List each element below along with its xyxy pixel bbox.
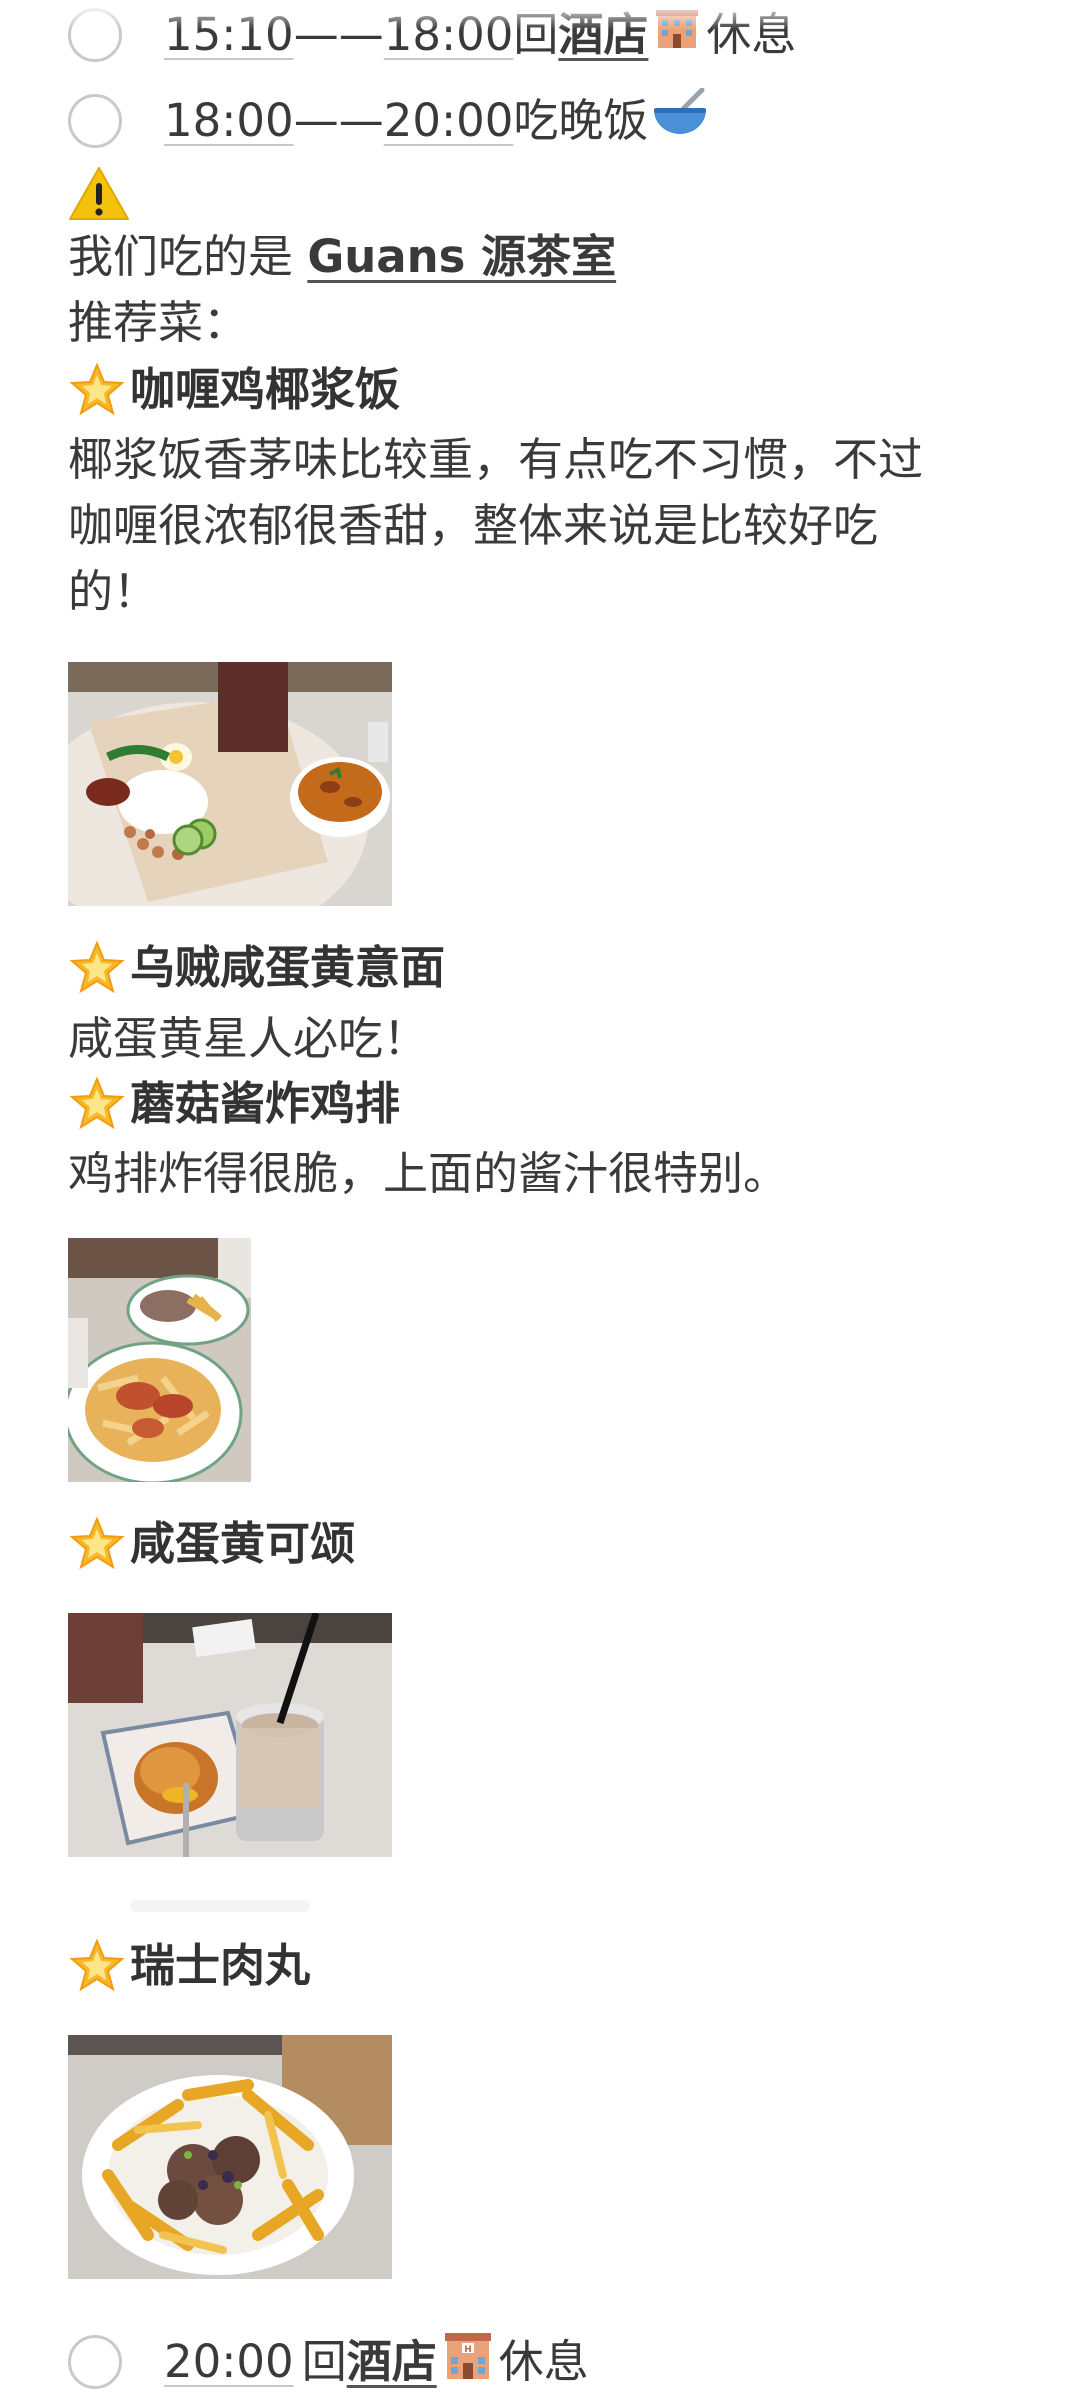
- dish-desc-line: 鸡排炸得很脆，上面的酱汁很特别。: [68, 1147, 789, 1200]
- restaurant-line: 我们吃的是 Guans 源茶室: [68, 224, 616, 290]
- dish-desc-line: 咖喱很浓郁很香甜，整体来说是比较好吃: [68, 499, 879, 552]
- activity-text: 吃晚饭: [513, 93, 649, 147]
- schedule-item-dinner: 18:00 —— 20:00 吃晚饭: [68, 87, 712, 153]
- restaurant-prefix: 我们吃的是: [68, 230, 308, 283]
- dish-name: 乌贼咸蛋黄意面: [130, 941, 446, 994]
- dish-name: 咸蛋黄可颂: [130, 1517, 356, 1570]
- dish-title-5: 瑞士肉丸: [68, 1936, 310, 1996]
- time-start: 18:00: [164, 93, 294, 147]
- hotel-link[interactable]: 酒店: [347, 2332, 437, 2392]
- hotel-icon: H: [441, 2327, 495, 2396]
- time-dash: ——: [293, 93, 384, 147]
- food-photo-pasta[interactable]: [68, 1238, 251, 1482]
- recommend-label: 推荐菜：: [68, 296, 249, 349]
- dish-name: 蘑菇酱炸鸡排: [130, 1077, 401, 1130]
- note-page: 15:10 —— 18:00 回 酒店 休息 18:00 —— 20:00 吃晚…: [0, 0, 1080, 2407]
- scroll-fade: [0, 0, 1080, 30]
- glowing-star-icon: [69, 1938, 125, 1992]
- activity-suffix: 休息: [498, 2334, 589, 2388]
- dish-desc-line: 椰浆饭香茅味比较重，有点吃不习惯，不过: [68, 433, 924, 486]
- glowing-star-icon: [69, 1516, 125, 1570]
- divider: [130, 1900, 310, 1912]
- svg-text:H: H: [464, 2345, 472, 2355]
- food-photo-nasi-lemak[interactable]: [68, 662, 392, 906]
- glowing-star-icon: [69, 940, 125, 994]
- food-photo-croissant[interactable]: [68, 1613, 392, 1857]
- dish-title-1: 咖喱鸡椰浆饭: [68, 360, 400, 420]
- time-start: 20:00: [164, 2334, 294, 2388]
- glowing-star-icon: [69, 362, 125, 416]
- dish-title-3: 蘑菇酱炸鸡排: [68, 1074, 400, 1134]
- schedule-item-hotel-rest-2: 20:00 回 酒店 H 休息: [68, 2327, 589, 2396]
- bowl-with-spoon-icon: [652, 87, 708, 153]
- todo-checkbox[interactable]: [68, 2334, 122, 2389]
- glowing-star-icon: [69, 1076, 125, 1130]
- activity-prefix: 回: [301, 2334, 347, 2388]
- dish-name: 咖喱鸡椰浆饭: [130, 363, 401, 416]
- warning-icon: [69, 167, 129, 220]
- time-end: 20:00: [383, 93, 514, 147]
- food-photo-meatballs[interactable]: [68, 2035, 392, 2279]
- dish-name: 瑞士肉丸: [130, 1939, 311, 1992]
- restaurant-link[interactable]: Guans 源茶室: [307, 230, 616, 283]
- todo-checkbox[interactable]: [68, 93, 122, 148]
- dish-title-4: 咸蛋黄可颂: [68, 1514, 355, 1574]
- dish-desc-line: 的！: [68, 565, 159, 618]
- dish-title-2: 乌贼咸蛋黄意面: [68, 938, 445, 998]
- dish-desc-line: 咸蛋黄星人必吃！: [68, 1012, 429, 1065]
